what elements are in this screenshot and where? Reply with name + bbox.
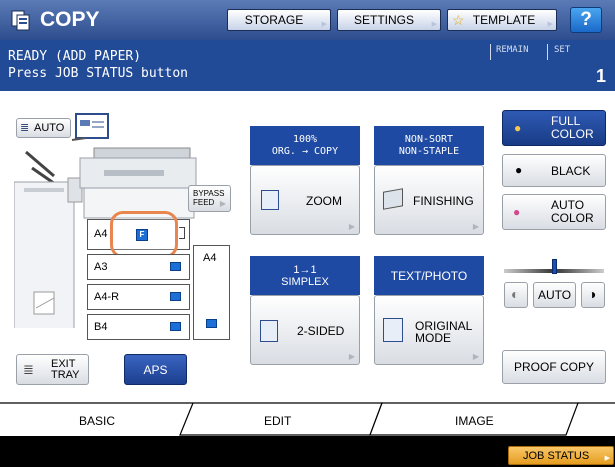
- template-button-label: TEMPLATE: [472, 13, 536, 27]
- finishing-button[interactable]: FINISHING ▶: [374, 165, 484, 235]
- proof-copy-button[interactable]: PROOF COPY: [502, 350, 606, 384]
- arrow-icon: ▶: [348, 352, 355, 361]
- star-icon: ☆: [452, 12, 465, 28]
- density-slider[interactable]: [504, 259, 604, 274]
- job-status-label: JOB STATUS: [523, 449, 590, 462]
- status-instruction: Press JOB STATUS button: [8, 66, 189, 81]
- tray-4[interactable]: B4: [87, 314, 190, 340]
- arrow-icon: ▶: [321, 21, 327, 28]
- sort-mode: NON-SORT: [404, 133, 454, 145]
- arrow-icon: ▶: [219, 199, 226, 208]
- job-status-button[interactable]: JOB STATUS ▶: [508, 446, 614, 465]
- auto-color-label-line2: COLOR: [551, 211, 594, 225]
- help-button[interactable]: ?: [570, 7, 602, 33]
- arrow-icon: ▶: [431, 21, 437, 28]
- settings-button-label: SETTINGS: [353, 13, 414, 27]
- template-button[interactable]: ☆ TEMPLATE ▶: [447, 9, 557, 31]
- app-title: COPY: [40, 8, 100, 31]
- exit-tray-button[interactable]: ≣ EXIT TRAY: [16, 354, 89, 385]
- tray-3[interactable]: A4-R: [87, 284, 190, 310]
- settings-button[interactable]: SETTINGS ▶: [337, 9, 441, 31]
- darker-icon: ◑: [588, 286, 597, 302]
- darker-button[interactable]: ◑: [581, 282, 605, 308]
- zoom-button[interactable]: ZOOM ▶: [250, 165, 360, 235]
- lcf-size: A4: [203, 252, 217, 264]
- full-color-label-line2: COLOR: [551, 127, 594, 141]
- tray-2[interactable]: A3: [87, 254, 190, 280]
- tab-edit[interactable]: EDIT: [264, 414, 291, 428]
- full-color-icon: ●: [514, 121, 522, 135]
- tray-2-size: A3: [94, 261, 108, 273]
- finishing-icon: [383, 188, 403, 210]
- arrow-icon: ▶: [348, 222, 355, 231]
- finishing-status: NON-SORT NON-STAPLE: [374, 126, 484, 165]
- finishing-label: FINISHING: [413, 194, 474, 208]
- copy-icon: [10, 9, 32, 31]
- arrow-icon: ▶: [604, 455, 610, 462]
- black-label: BLACK: [551, 164, 591, 178]
- duplex-mode: SIMPLEX: [281, 275, 329, 288]
- zoom-ratio: 100%: [292, 133, 318, 145]
- arrow-icon: ▶: [472, 222, 479, 231]
- paper-stack-icon: [170, 292, 181, 301]
- paper-stack-icon: [170, 322, 181, 331]
- large-capacity-feeder[interactable]: A4: [193, 245, 230, 340]
- duplex-ratio: 1→1: [293, 263, 317, 276]
- original-mode-label-line2: MODE: [415, 331, 451, 345]
- status-message: READY (ADD PAPER): [8, 49, 142, 64]
- original-mode-button[interactable]: ORIGINAL MODE ▶: [374, 295, 484, 365]
- zoom-label: ZOOM: [306, 194, 342, 208]
- full-color-button[interactable]: ● FULL COLOR: [502, 110, 606, 146]
- arrow-icon: ▶: [547, 21, 553, 28]
- selected-tray-icon: F: [136, 229, 148, 241]
- divider: [547, 44, 548, 60]
- storage-button-label: STORAGE: [244, 13, 304, 27]
- set-label: SET: [554, 45, 571, 55]
- tray-4-size: B4: [94, 321, 108, 333]
- divider: [490, 44, 491, 60]
- density-auto-button[interactable]: AUTO: [533, 282, 576, 308]
- duplex-status: 1→1 SIMPLEX: [250, 256, 360, 295]
- bypass-feed-button[interactable]: BYPASS FEED ▶: [188, 185, 231, 212]
- paper-level-icon: [179, 227, 185, 239]
- aps-button[interactable]: APS: [124, 354, 187, 385]
- tab-image[interactable]: IMAGE: [455, 414, 494, 428]
- arrow-icon: ▶: [472, 352, 479, 361]
- duplex-icon: [260, 320, 278, 342]
- exit-tray-label: EXIT TRAY: [51, 358, 80, 381]
- density-thumb[interactable]: [551, 259, 557, 274]
- zoom-icon: [261, 190, 279, 210]
- remain-label: REMAIN: [496, 45, 529, 55]
- original-mode-status: TEXT/PHOTO: [374, 256, 484, 295]
- tray-3-size: A4-R: [94, 291, 120, 303]
- exit-tray-icon: ≣: [23, 362, 34, 377]
- original-mode-icon: [383, 318, 403, 342]
- storage-button[interactable]: STORAGE ▶: [227, 9, 331, 31]
- paper-stack-icon: [206, 319, 217, 328]
- zoom-mode: ORG. → COPY: [271, 145, 339, 157]
- black-button[interactable]: ● BLACK: [502, 154, 606, 187]
- auto-color-icon: ●: [513, 205, 521, 219]
- zoom-status: 100% ORG. → COPY: [250, 126, 360, 165]
- tab-basic[interactable]: BASIC: [79, 414, 115, 428]
- lighter-icon: ◐: [511, 286, 520, 302]
- two-sided-button[interactable]: 2-SIDED ▶: [250, 295, 360, 365]
- lighter-button[interactable]: ◐: [504, 282, 528, 308]
- auto-color-button[interactable]: ● AUTO COLOR: [502, 194, 606, 230]
- tray-1-size: A4: [94, 228, 108, 240]
- two-sided-label: 2-SIDED: [297, 324, 345, 338]
- bypass-feed-label: BYPASS FEED: [193, 189, 225, 207]
- set-count: 1: [596, 66, 607, 86]
- paper-stack-icon: [170, 262, 181, 271]
- black-icon: ●: [515, 163, 523, 177]
- staple-mode: NON-STAPLE: [398, 145, 460, 157]
